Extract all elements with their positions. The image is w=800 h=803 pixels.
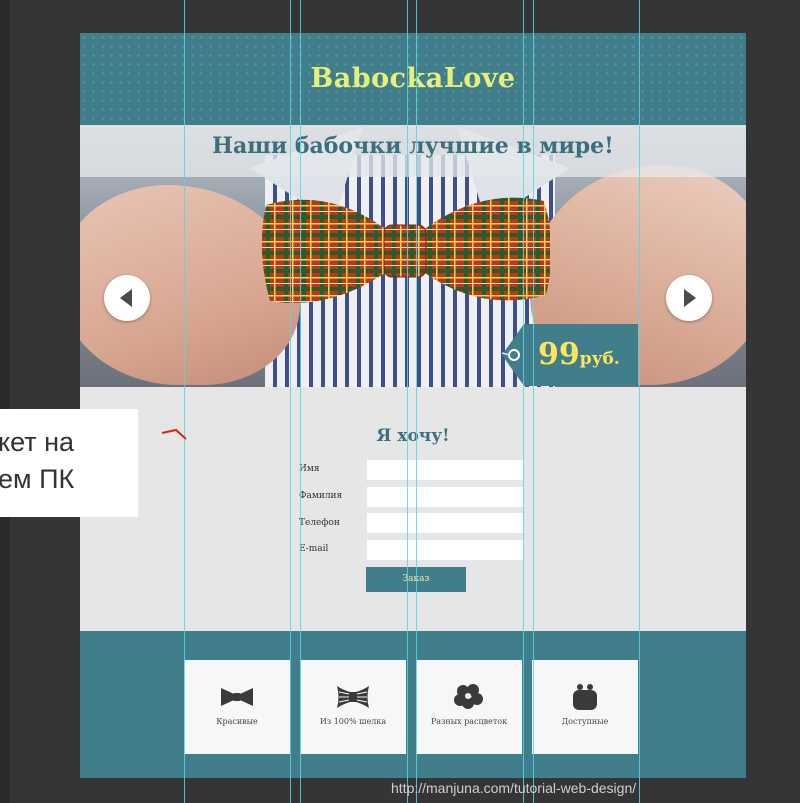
watermark-url: http://manjuna.com/tutorial-web-design/: [391, 780, 637, 796]
phone-label: Телефон: [299, 518, 340, 528]
hero-title: Наши бабочки лучшие в мире!: [212, 133, 614, 159]
phone-input[interactable]: [367, 513, 523, 533]
last-name-input[interactable]: [367, 487, 523, 507]
layout-guide: [184, 0, 185, 803]
overlay-note-line: ем ПК: [0, 464, 75, 494]
overlay-note-line: кет на: [0, 427, 75, 457]
price-value: 99: [538, 337, 580, 372]
feature-label: Доступные: [561, 717, 609, 726]
layout-guide: [407, 0, 408, 803]
first-name-input[interactable]: [367, 460, 523, 480]
price-currency: руб.: [579, 349, 620, 369]
color-palette-icon: [454, 684, 483, 709]
wallet-icon: [573, 684, 597, 710]
layout-guide: [300, 0, 301, 803]
feature-label: Разных расцветок: [430, 717, 508, 726]
feature-card-beautiful: Красивые: [184, 660, 290, 754]
red-pointer-mark: [161, 428, 187, 440]
slider-prev-button[interactable]: [104, 275, 150, 321]
plaid-bowtie-image: [261, 197, 550, 303]
features-band: Красивые Из 100% шелка Разных расцветок: [80, 631, 746, 778]
first-name-label: Имя: [299, 464, 320, 474]
site-logo[interactable]: BabockaLove: [80, 63, 746, 94]
arrow-right-icon: [684, 289, 696, 307]
feature-card-colors: Разных расцветок: [416, 660, 522, 754]
arrow-left-icon: [120, 289, 132, 307]
layout-guide: [416, 0, 417, 803]
silk-bowtie-icon: [337, 686, 369, 708]
layout-guide: [639, 0, 640, 803]
email-label: E-mail: [299, 544, 329, 554]
slider-next-button[interactable]: [666, 275, 712, 321]
email-input[interactable]: [367, 540, 523, 560]
website-mockup: BabockaLove Наши бабочки лучшие в мире! …: [80, 33, 746, 778]
bowtie-icon: [221, 688, 253, 706]
feature-label: Красивые: [216, 717, 258, 726]
hero-slider: Наши бабочки лучшие в мире! 99руб.: [80, 125, 746, 387]
site-header: BabockaLove: [80, 33, 746, 125]
price-label: 99руб.: [538, 337, 620, 372]
hero-title-banner: Наши бабочки лучшие в мире!: [80, 125, 746, 177]
feature-label: Из 100% шелка: [319, 717, 387, 726]
last-name-label: Фамилия: [299, 491, 343, 501]
overlay-note: кет на ем ПК: [0, 409, 138, 517]
layout-guide: [290, 0, 291, 803]
feature-card-affordable: Доступные: [532, 660, 638, 754]
feature-card-silk: Из 100% шелка: [300, 660, 406, 754]
layout-guide: [533, 0, 534, 803]
layout-guide: [523, 0, 524, 803]
